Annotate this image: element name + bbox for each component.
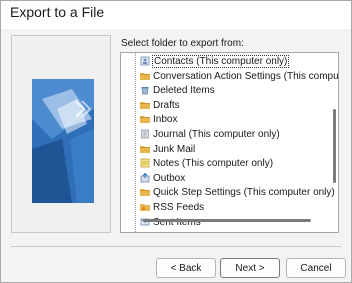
next-button[interactable]: Next > [220, 258, 280, 278]
folder-icon [140, 187, 150, 197]
folder-tree-item[interactable]: Contacts (This computer only) [140, 55, 330, 68]
folder-tree-item-label: Outbox [153, 172, 186, 184]
folder-tree-item-label: Drafts [153, 99, 180, 111]
folder-tree-item[interactable]: Notes (This computer only) [140, 157, 330, 170]
folder-tree-item-label: Junk Mail [153, 143, 196, 155]
back-button[interactable]: < Back [156, 258, 216, 278]
notes-icon [140, 158, 150, 168]
folder-tree[interactable]: Contacts (This computer only) Conversatio… [120, 52, 339, 233]
folder-tree-item[interactable]: RSS Feeds [140, 201, 330, 214]
folder-tree-item[interactable]: Journal (This computer only) [140, 128, 330, 141]
journal-icon [140, 129, 150, 139]
folder-tree-item[interactable]: Drafts [140, 99, 330, 112]
wizard-illustration-frame [11, 35, 111, 233]
title-bar: Export to a File [1, 1, 351, 29]
folder-tree-item[interactable]: Outbox [140, 172, 330, 185]
divider [11, 246, 341, 247]
folder-tree-item-label: Contacts (This computer only) [152, 55, 290, 68]
folder-tree-item-label: Conversation Action Settings (This compu [153, 70, 339, 82]
folder-tree-item-label: RSS Feeds [153, 202, 205, 213]
folder-tree-item[interactable]: Quick Step Settings (This computer only) [140, 186, 335, 199]
horizontal-scrollbar[interactable] [143, 219, 311, 222]
folder-tree-item-label: Quick Step Settings (This computer only) [153, 187, 335, 199]
dialog-title: Export to a File [10, 4, 105, 20]
tree-connector-line [135, 53, 136, 232]
outbox-icon [140, 172, 150, 183]
folder-icon [140, 71, 150, 81]
select-folder-label: Select folder to export from: [121, 38, 244, 49]
folder-tree-item-label: Sent Items [153, 216, 201, 228]
vertical-scrollbar[interactable] [333, 109, 336, 183]
folder-tree-item-label: Journal (This computer only) [153, 129, 280, 140]
folder-tree-item[interactable]: Conversation Action Settings (This compu [140, 70, 338, 83]
folder-tree-item[interactable]: Deleted Items [140, 84, 330, 97]
contacts-icon [140, 56, 150, 66]
folder-tree-item-label: Notes (This computer only) [153, 158, 274, 170]
folder-icon [140, 100, 150, 110]
cancel-button[interactable]: Cancel [286, 258, 346, 278]
recycle-icon [140, 85, 150, 95]
folder-tree-item-label: Deleted Items [153, 85, 215, 97]
rss-icon [140, 202, 150, 212]
export-dialog: Export to a File Select folder to export… [0, 0, 352, 283]
folder-tree-item[interactable]: Sent Items [140, 216, 330, 229]
folder-icon [140, 144, 150, 154]
folder-icon [140, 114, 150, 124]
folder-tree-item[interactable]: Inbox [140, 113, 330, 126]
folder-tree-item-label: Inbox [153, 114, 178, 126]
folder-tree-item[interactable]: Junk Mail [140, 143, 330, 156]
wizard-illustration-icon [32, 79, 94, 203]
dialog-body: Select folder to export from: Contacts (… [1, 29, 351, 282]
